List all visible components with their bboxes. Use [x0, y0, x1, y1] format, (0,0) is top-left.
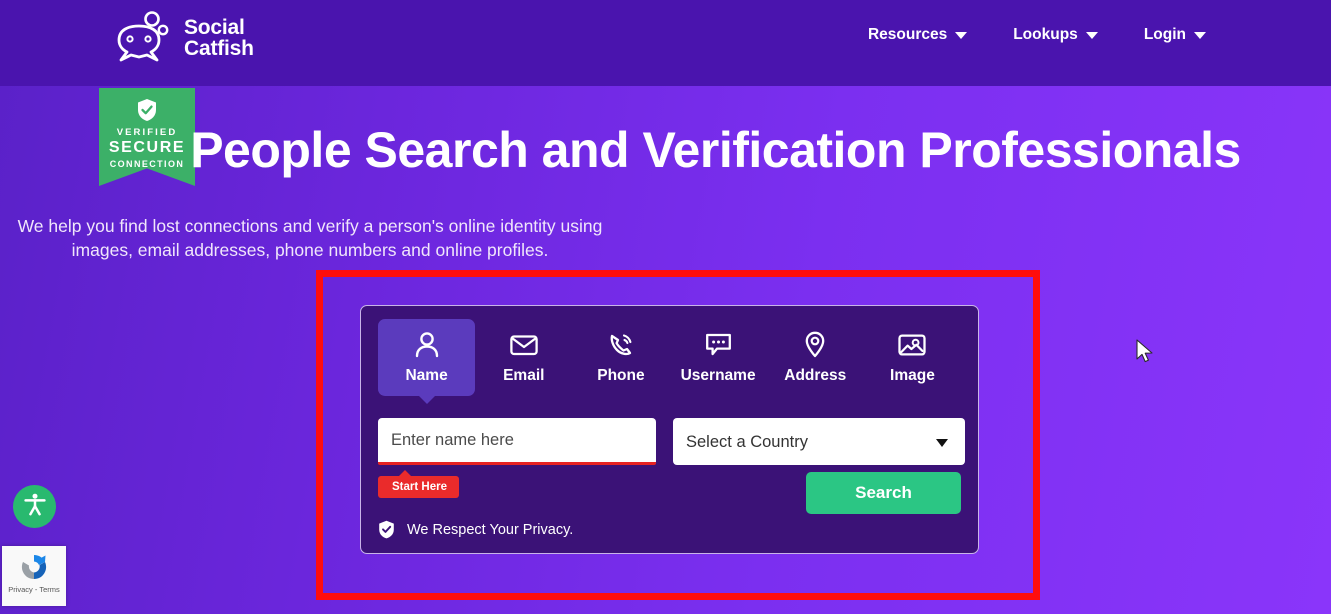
- phone-ring-icon: [608, 331, 634, 358]
- accessibility-widget-button[interactable]: [13, 485, 56, 528]
- tab-phone[interactable]: Phone: [572, 319, 669, 396]
- nav-item-lookups[interactable]: Lookups: [1013, 26, 1098, 44]
- name-field-wrapper: Start Here: [378, 418, 656, 498]
- tab-label-name: Name: [405, 367, 448, 384]
- tab-label-address: Address: [784, 367, 847, 384]
- tab-image[interactable]: Image: [864, 319, 961, 396]
- tab-label-username: Username: [680, 367, 756, 384]
- hero-subtitle: We help you find lost connections and ve…: [17, 216, 603, 260]
- nav-label-login: Login: [1143, 26, 1186, 43]
- country-select[interactable]: Select a Country: [673, 418, 965, 465]
- search-input-name[interactable]: [378, 418, 656, 465]
- recaptcha-privacy-terms: Privacy - Terms: [8, 585, 60, 594]
- tab-address[interactable]: Address: [767, 319, 864, 396]
- site-logo[interactable]: Social Catfish: [113, 10, 254, 66]
- chevron-down-icon: [1085, 31, 1098, 39]
- map-pin-icon: [804, 331, 826, 358]
- tab-username[interactable]: Username: [670, 319, 767, 396]
- search-fields: Start Here Select a Country: [378, 418, 965, 498]
- chat-bubble-icon: [705, 331, 732, 358]
- tab-name[interactable]: Name: [378, 319, 476, 396]
- search-type-tabs: Name Email Phone Username Address Image: [378, 319, 961, 396]
- shield-check-icon: [378, 520, 395, 539]
- tab-label-phone: Phone: [597, 367, 645, 384]
- tab-label-email: Email: [503, 367, 545, 384]
- chevron-down-icon: [1194, 31, 1206, 39]
- privacy-note: We Respect Your Privacy.: [378, 520, 573, 539]
- tab-email[interactable]: Email: [475, 319, 572, 396]
- envelope-icon: [509, 331, 538, 358]
- tab-label-image: Image: [890, 367, 935, 384]
- search-button[interactable]: Search: [806, 472, 961, 514]
- catfish-logo-icon: [113, 10, 175, 66]
- nav-item-login[interactable]: Login: [1144, 26, 1206, 44]
- nav-label-resources: Resources: [867, 26, 948, 43]
- recaptcha-badge[interactable]: Privacy - Terms: [2, 546, 66, 606]
- search-widget: Name Email Phone Username Address Image …: [360, 305, 979, 554]
- mouse-cursor: [1136, 339, 1156, 372]
- nav-label-lookups: Lookups: [1013, 26, 1078, 43]
- chevron-down-icon: [955, 31, 968, 39]
- recaptcha-icon: [18, 551, 50, 583]
- page-title: People Search and Verification Professio…: [190, 122, 1241, 178]
- person-icon: [414, 331, 440, 358]
- logo-wordmark: Social Catfish: [184, 15, 254, 60]
- primary-nav: Resources Lookups Login: [868, 26, 1206, 44]
- logo-line-1: Social: [184, 15, 245, 39]
- accessibility-person-icon: [22, 491, 48, 522]
- site-header: Social Catfish Resources Lookups Login: [0, 0, 1331, 86]
- start-here-tooltip: Start Here: [378, 470, 459, 498]
- country-field-wrapper: Select a Country: [673, 418, 965, 465]
- logo-line-2: Catfish: [184, 37, 254, 60]
- photo-icon: [898, 331, 927, 358]
- nav-item-resources[interactable]: Resources: [867, 26, 968, 44]
- privacy-note-text: We Respect Your Privacy.: [407, 521, 574, 538]
- shield-check-icon: [136, 98, 158, 122]
